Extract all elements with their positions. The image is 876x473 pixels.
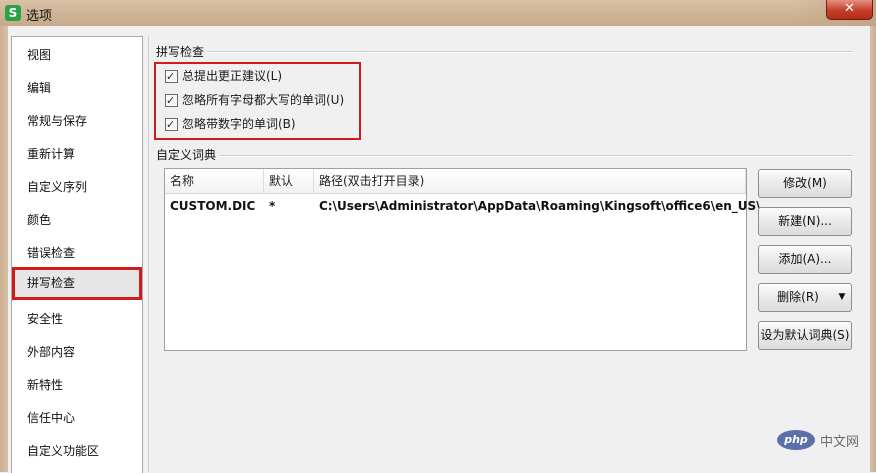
cell-dict-path: C:\Users\Administrator\AppData\Roaming\K… [319, 199, 761, 213]
delete-button-label: 删除(R) [777, 290, 819, 304]
custom-dict-group-title: 自定义词典 [156, 146, 220, 163]
window-right-border [870, 26, 876, 472]
options-nav: 视图 编辑 常规与保存 重新计算 自定义序列 颜色 错误检查 拼写检查 安全性 … [11, 36, 143, 473]
nav-item-colors[interactable]: 颜色 [12, 204, 142, 237]
options-highlight-frame [154, 62, 361, 140]
nav-item-error-check[interactable]: 错误检查 [12, 237, 142, 270]
dropdown-arrow-icon[interactable]: ▼ [833, 284, 851, 311]
cell-dict-name: CUSTOM.DIC [170, 199, 256, 213]
table-row[interactable]: CUSTOM.DIC * C:\Users\Administrator\AppD… [165, 195, 761, 217]
delete-button[interactable]: 删除(R) ▼ [758, 283, 852, 312]
spell-check-group-title: 拼写检查 [156, 43, 208, 60]
php-logo: php [777, 430, 815, 450]
nav-item-new-features[interactable]: 新特性 [12, 369, 142, 402]
column-header-name[interactable]: 名称 [165, 169, 268, 193]
custom-dict-group-line [156, 155, 853, 157]
column-header-path[interactable]: 路径(双击打开目录) [314, 169, 739, 193]
nav-item-customize-ribbon[interactable]: 自定义功能区 [12, 435, 142, 468]
app-logo-icon: S [5, 5, 21, 21]
window-title: 选项 [26, 9, 53, 24]
cell-dict-default: * [269, 199, 276, 213]
nav-item-general-save[interactable]: 常规与保存 [12, 105, 142, 138]
nav-item-view[interactable]: 视图 [12, 39, 142, 72]
spell-check-group-line [156, 51, 853, 53]
nav-item-edit[interactable]: 编辑 [12, 72, 142, 105]
panel-divider [148, 36, 149, 472]
nav-item-external-content[interactable]: 外部内容 [12, 336, 142, 369]
column-divider[interactable] [745, 169, 746, 193]
dictionary-list[interactable]: 名称 默认 路径(双击打开目录) CUSTOM.DIC * C:\Users\A… [164, 168, 761, 351]
nav-item-recalculate[interactable]: 重新计算 [12, 138, 142, 171]
nav-item-trust-center[interactable]: 信任中心 [12, 402, 142, 435]
new-dictionary-button[interactable]: 新建(N)... [758, 207, 852, 236]
set-default-dictionary-button[interactable]: 设为默认词典(S) [758, 321, 852, 350]
column-header-default[interactable]: 默认 [264, 169, 318, 193]
nav-item-spell-check[interactable]: 拼写检查 [12, 267, 142, 300]
nav-item-custom-lists[interactable]: 自定义序列 [12, 171, 142, 204]
modify-button[interactable]: 修改(M) [758, 169, 852, 198]
watermark-text: 中文网 [820, 435, 860, 450]
title-bar: S 选项 ✕ [0, 0, 876, 26]
nav-item-security[interactable]: 安全性 [12, 303, 142, 336]
window-left-border [0, 26, 8, 472]
add-dictionary-button[interactable]: 添加(A)... [758, 245, 852, 274]
dictionary-list-header: 名称 默认 路径(双击打开目录) [165, 169, 746, 194]
close-button[interactable]: ✕ [826, 0, 873, 20]
